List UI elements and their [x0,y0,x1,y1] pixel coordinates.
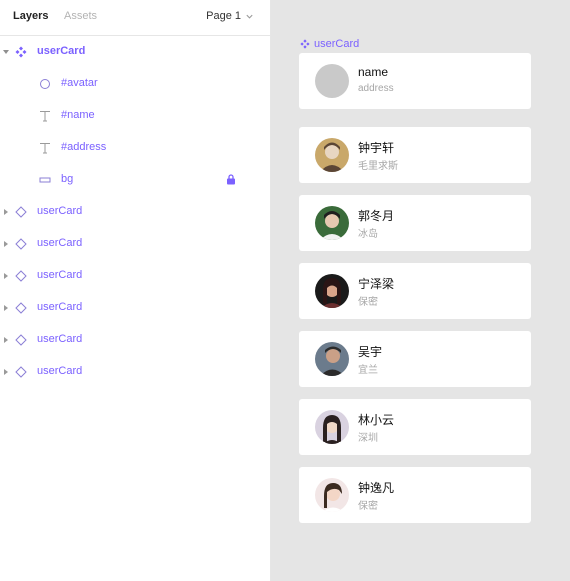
page-selector-label: Page 1 [206,10,241,22]
user-card[interactable]: 钟宇轩 毛里求斯 [299,127,531,183]
layer-label: bg [61,173,74,185]
avatar [315,478,349,512]
instance-icon [15,270,27,282]
page-selector[interactable]: Page 1 [206,10,254,22]
card-name: name [358,65,389,79]
layer-row-address[interactable]: #address [0,132,271,164]
user-card[interactable]: 宁泽梁 保密 [299,263,531,319]
caret-right-icon[interactable] [3,305,9,311]
card-name: 吴宇 [358,345,383,359]
layer-label: #name [61,109,95,121]
layer-label: userCard [37,365,83,377]
card-address: 保密 [358,501,378,512]
card-address: 深圳 [358,433,378,444]
text-icon [40,111,50,122]
user-card[interactable]: 钟逸凡 保密 [299,467,531,523]
tab-layers[interactable]: Layers [13,10,48,22]
layer-row-usercard-instance[interactable]: userCard [0,324,271,356]
instance-icon [15,334,27,346]
rectangle-icon [39,177,51,183]
layer-row-usercard-instance[interactable]: userCard [0,228,271,260]
caret-right-icon[interactable] [3,369,9,375]
tab-assets[interactable]: Assets [64,10,97,22]
card-address: 宜兰 [358,365,378,376]
caret-right-icon[interactable] [3,337,9,343]
layer-label: #address [61,141,107,153]
layer-row-usercard-instance[interactable]: userCard [0,260,271,292]
text-icon [40,143,50,154]
caret-right-icon[interactable] [3,209,9,215]
layer-row-usercard-instance[interactable]: userCard [0,356,271,388]
instance-icon [15,206,27,218]
layer-label: userCard [37,205,83,217]
layer-row-name[interactable]: #name [0,100,271,132]
card-address: 冰岛 [358,229,378,240]
caret-right-icon[interactable] [3,273,9,279]
component-icon [15,46,27,58]
caret-right-icon[interactable] [3,241,9,247]
layer-label: userCard [37,333,83,345]
chevron-down-icon [246,14,253,19]
layer-label: #avatar [61,77,98,89]
card-address: 毛里求斯 [358,161,398,172]
user-card[interactable]: 郭冬月 冰岛 [299,195,531,251]
frame-label[interactable]: userCard [300,38,359,50]
component-icon [300,39,310,49]
card-name: 钟宇轩 [358,141,395,155]
card-name: 郭冬月 [358,209,395,223]
card-name: 钟逸凡 [358,481,395,495]
user-card[interactable]: 吴宇 宜兰 [299,331,531,387]
card-address: address [358,83,394,94]
avatar [315,342,349,376]
user-card-template[interactable]: name address [299,53,531,109]
instance-icon [15,238,27,250]
card-name: 林小云 [358,413,395,427]
lock-icon[interactable] [226,174,236,185]
avatar-placeholder [315,64,349,98]
avatar [315,410,349,444]
user-card[interactable]: 林小云 深圳 [299,399,531,455]
avatar [315,274,349,308]
layer-label: userCard [37,269,83,281]
layer-label: userCard [37,237,83,249]
instance-icon [15,302,27,314]
frame-label-text: userCard [314,38,360,50]
instance-icon [15,366,27,378]
layers-panel: Layers Assets Page 1 userCard #avatar #n… [0,0,271,581]
layer-label: userCard [37,301,83,313]
layer-row-usercard-instance[interactable]: userCard [0,196,271,228]
layer-label: userCard [37,45,86,57]
card-name: 宁泽梁 [358,277,395,291]
layer-row-usercard-instance[interactable]: userCard [0,292,271,324]
avatar [315,206,349,240]
layer-row-bg[interactable]: bg [0,164,271,196]
layer-row-usercard-main[interactable]: userCard [0,36,271,68]
ellipse-icon [40,79,50,89]
panel-header: Layers Assets Page 1 [0,0,270,36]
caret-down-icon[interactable] [3,49,9,55]
avatar [315,138,349,172]
layer-row-avatar[interactable]: #avatar [0,68,271,100]
card-address: 保密 [358,297,378,308]
